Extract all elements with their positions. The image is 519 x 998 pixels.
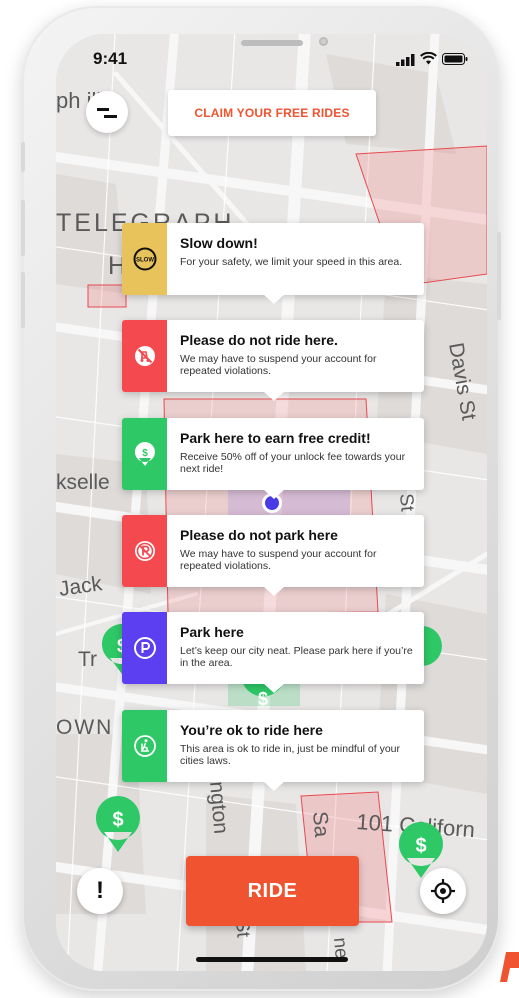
zone-card-title: Please do not ride here.: [180, 332, 338, 348]
parking-icon: [133, 637, 156, 659]
map-label-kselle: kselle: [56, 471, 110, 494]
zone-card-title: Slow down!: [180, 235, 258, 251]
cellular-signal-icon: [396, 54, 415, 66]
zone-card-park-credit[interactable]: $ Park here to earn free credit! Receive…: [122, 418, 424, 499]
zone-card-no-ride[interactable]: Please do not ride here. We may have to …: [122, 320, 424, 401]
zone-card-icon-panel: [122, 515, 167, 587]
svg-text:$: $: [112, 809, 123, 831]
speaker-grille: [241, 40, 303, 46]
map-label-ngton: ngton: [205, 780, 232, 834]
zone-card-pointer: [263, 391, 285, 401]
brand-logo-fragment-icon: [500, 952, 519, 982]
zone-card-description: For your safety, we limit your speed in …: [180, 256, 403, 268]
ride-button[interactable]: RIDE: [186, 856, 359, 926]
zone-card-icon-panel: [122, 320, 167, 392]
zone-card-no-park[interactable]: Please do not park here We may have to s…: [122, 515, 424, 596]
zone-card-icon-panel: [122, 710, 167, 782]
home-indicator[interactable]: [196, 957, 348, 962]
zone-card-ok-ride[interactable]: You’re ok to ride here This area is ok t…: [122, 710, 424, 791]
recenter-location-button[interactable]: [420, 868, 466, 914]
zone-card-icon-panel: [122, 612, 167, 684]
battery-icon: [442, 53, 468, 65]
phone-volume-down: [21, 272, 25, 328]
phone-volume-up: [21, 200, 25, 256]
map-label-own: OWN: [56, 716, 113, 739]
zone-card-description: This area is ok to ride in, just be mind…: [180, 743, 401, 767]
crosshair-icon: [431, 879, 455, 903]
menu-button[interactable]: [86, 91, 128, 133]
no-scooter-icon: [134, 346, 155, 366]
status-time: 9:41: [93, 49, 128, 68]
alert-icon: !: [96, 877, 104, 904]
zone-card-icon-panel: $: [122, 418, 167, 490]
zone-card-description: We may have to suspend your account for …: [180, 548, 377, 572]
zone-card-park-here[interactable]: Park here Let’s keep our city neat. Plea…: [122, 612, 424, 693]
phone-mute-switch: [21, 142, 25, 172]
zone-card-title: You’re ok to ride here: [180, 722, 323, 738]
dollar-pin-icon[interactable]: $: [94, 794, 142, 854]
svg-text:$: $: [415, 835, 426, 857]
zone-card-icon-panel: SLOW: [122, 223, 167, 295]
zone-card-title: Please do not park here: [180, 527, 338, 543]
wifi-icon: [420, 52, 437, 65]
slow-icon: SLOW: [133, 247, 156, 271]
zone-card-description: Let’s keep our city neat. Please park he…: [180, 645, 413, 669]
map-label-st-mid: St: [395, 493, 418, 513]
no-parking-icon: [134, 541, 155, 561]
phone-power-button: [497, 232, 501, 320]
zone-card-pointer: [263, 586, 285, 596]
svg-text:$: $: [142, 448, 148, 459]
zone-card-slow-down[interactable]: SLOW Slow down! For your safety, we limi…: [122, 223, 424, 304]
svg-text:SLOW: SLOW: [136, 258, 154, 264]
map-label-tr: Tr: [78, 648, 97, 671]
map-label-sa: Sa: [308, 810, 333, 838]
zone-card-title: Park here: [180, 624, 244, 640]
front-camera: [319, 37, 328, 46]
zone-card-description: We may have to suspend your account for …: [180, 353, 377, 377]
dollar-pin-icon: $: [134, 442, 155, 466]
menu-icon-line-bottom: [104, 115, 117, 118]
zone-card-pointer: [263, 781, 285, 791]
zone-card-pointer: [263, 683, 285, 693]
status-bar: 9:41: [56, 34, 487, 84]
zone-card-pointer: [263, 489, 285, 499]
claim-free-rides-button[interactable]: CLAIM YOUR FREE RIDES: [168, 90, 376, 136]
menu-icon-line-top: [97, 108, 109, 111]
zone-card-description: Receive 50% off of your unlock fee towar…: [180, 451, 406, 475]
scooter-rider-icon: [133, 735, 156, 757]
report-issue-button[interactable]: !: [77, 868, 123, 914]
zone-card-pointer: [263, 294, 285, 304]
phone-screen: TELEGRAPH HI ph ill kselle Jack Tr OWN D…: [56, 34, 487, 971]
zone-card-title: Park here to earn free credit!: [180, 430, 371, 446]
